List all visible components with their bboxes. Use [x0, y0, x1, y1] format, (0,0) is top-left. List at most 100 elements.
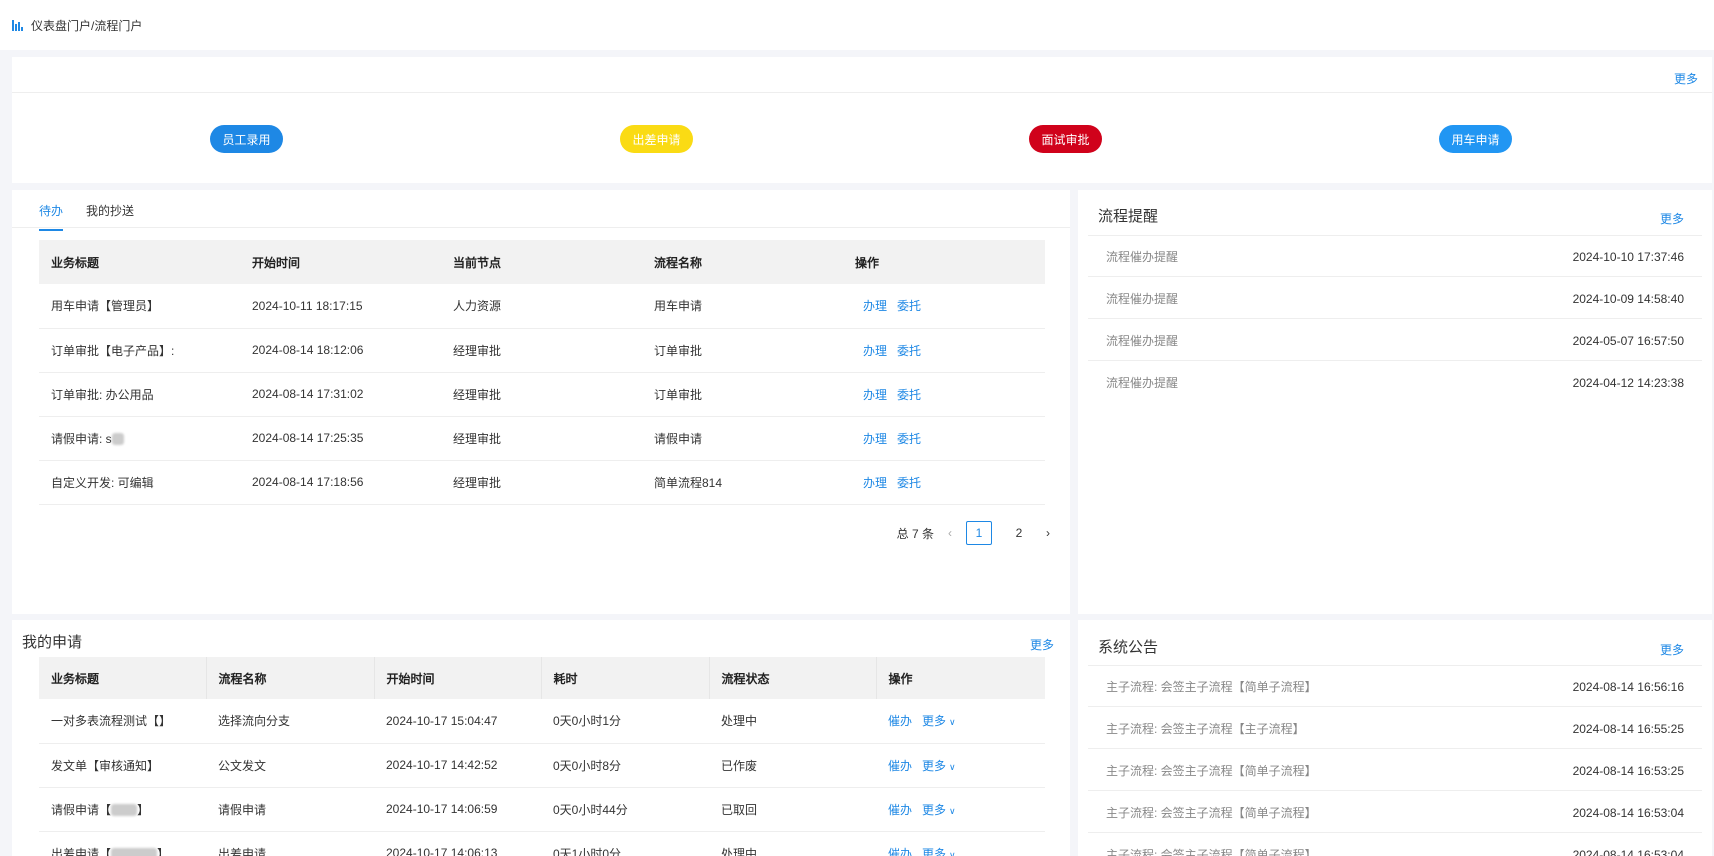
col-flow-name: 流程名称 — [642, 240, 843, 284]
cell-start: 2024-10-17 14:06:13 — [374, 831, 541, 856]
cell-title: 自定义开发: 可编辑 — [39, 460, 240, 505]
cell-start: 2024-08-14 17:31:02 — [240, 372, 441, 417]
col-actions: 操作 — [876, 657, 1045, 699]
delegate-link[interactable]: 委托 — [897, 432, 921, 446]
urge-link[interactable]: 催办 — [888, 714, 912, 728]
col-current-node: 当前节点 — [441, 240, 642, 284]
cell-status: 处理中 — [709, 831, 876, 856]
table-row: 自定义开发: 可编辑 2024-08-14 17:18:56 经理审批 简单流程… — [39, 460, 1045, 505]
handle-link[interactable]: 办理 — [863, 476, 887, 490]
announcement-item-date: 2024-08-14 16:55:25 — [1572, 722, 1684, 736]
reminder-item-text[interactable]: 流程催办提醒 — [1106, 374, 1178, 391]
cell-flow: 选择流向分支 — [206, 699, 374, 744]
cell-node: 经理审批 — [441, 328, 642, 373]
cell-title: 出差申请【】 — [39, 831, 206, 856]
col-flow-name: 流程名称 — [206, 657, 375, 699]
cell-start: 2024-08-14 17:18:56 — [240, 460, 441, 505]
next-page-icon[interactable]: › — [1046, 526, 1050, 540]
cell-title: 请假申请: s — [39, 416, 240, 461]
announcement-item-text[interactable]: 主子流程: 会签主子流程【简单子流程】 — [1106, 762, 1317, 779]
list-item: 流程催办提醒 2024-10-09 14:58:40 — [1088, 277, 1702, 319]
breadcrumb[interactable]: 仪表盘门户/流程门户 — [31, 17, 142, 34]
tab-my-cc[interactable]: 我的抄送 — [86, 202, 134, 229]
delegate-link[interactable]: 委托 — [897, 388, 921, 402]
announcement-item-text[interactable]: 主子流程: 会签主子流程【主子流程】 — [1106, 720, 1305, 737]
more-actions-label: 更多 — [922, 758, 947, 773]
reminder-title: 流程提醒 — [1098, 208, 1159, 225]
reminder-item-text[interactable]: 流程催办提醒 — [1106, 332, 1178, 349]
chevron-down-icon: ∨ — [949, 761, 956, 772]
announcement-item-date: 2024-08-14 16:53:25 — [1572, 764, 1684, 778]
cell-actions: 催办 更多 ∨ — [876, 787, 1045, 832]
shortcut-car-request-button[interactable]: 用车申请 — [1439, 125, 1512, 153]
prev-page-icon[interactable]: ‹ — [948, 526, 952, 540]
delegate-link[interactable]: 委托 — [897, 299, 921, 313]
cell-node: 经理审批 — [441, 416, 642, 461]
cell-duration: 0天0小时44分 — [541, 787, 709, 832]
list-item: 主子流程: 会签主子流程【简单子流程】 2024-08-14 16:53:04 — [1088, 833, 1702, 856]
cell-actions: 办理 委托 — [843, 372, 1045, 417]
more-actions-dropdown[interactable]: 更多 ∨ — [922, 847, 956, 856]
announcement-item-date: 2024-08-14 16:53:04 — [1572, 806, 1684, 820]
tab-todo[interactable]: 待办 — [39, 202, 64, 231]
my-applications-title: 我的申请 — [22, 634, 83, 651]
my-applications-panel: 我的申请 更多 业务标题 流程名称 开始时间 耗时 流程状态 操作 一对多表流程… — [12, 620, 1070, 856]
delegate-link[interactable]: 委托 — [897, 476, 921, 490]
col-flow-status: 流程状态 — [709, 657, 877, 699]
shortcuts-more-link[interactable]: 更多 — [1674, 70, 1698, 87]
reminder-item-text[interactable]: 流程催办提醒 — [1106, 248, 1178, 265]
cell-flow: 用车申请 — [642, 284, 843, 329]
cell-actions: 催办 更多 ∨ — [876, 699, 1045, 744]
shortcuts-header — [12, 57, 1712, 93]
cell-title: 订单审批【电子产品】: — [39, 328, 240, 373]
urge-link[interactable]: 催办 — [888, 759, 912, 773]
todo-table: 业务标题 开始时间 当前节点 流程名称 操作 用车申请【管理员】 2024-10… — [39, 240, 1045, 505]
urge-link[interactable]: 催办 — [888, 847, 912, 856]
urge-link[interactable]: 催办 — [888, 803, 912, 817]
table-row: 一对多表流程测试【】 选择流向分支 2024-10-17 15:04:47 0天… — [39, 699, 1045, 744]
announcement-item-text[interactable]: 主子流程: 会签主子流程【简单子流程】 — [1106, 678, 1317, 695]
page-2-button[interactable]: 2 — [1006, 521, 1032, 545]
announcements-title: 系统公告 — [1098, 639, 1159, 656]
cell-flow: 公文发文 — [206, 743, 374, 788]
cell-title-text: 请假申请: s — [51, 431, 112, 446]
cell-actions: 办理 委托 — [843, 460, 1045, 505]
applications-table-header: 业务标题 流程名称 开始时间 耗时 流程状态 操作 — [39, 657, 1045, 699]
cell-flow: 请假申请 — [642, 416, 843, 461]
handle-link[interactable]: 办理 — [863, 388, 887, 402]
list-item: 流程催办提醒 2024-04-12 14:23:38 — [1088, 361, 1702, 403]
cell-actions: 催办 更多 ∨ — [876, 743, 1045, 788]
reminder-more-link[interactable]: 更多 — [1660, 210, 1684, 227]
shortcut-business-trip-button[interactable]: 出差申请 — [620, 125, 693, 153]
cell-status: 处理中 — [709, 699, 876, 744]
handle-link[interactable]: 办理 — [863, 344, 887, 358]
announcement-item-text[interactable]: 主子流程: 会签主子流程【简单子流程】 — [1106, 804, 1317, 821]
chevron-down-icon: ∨ — [949, 805, 956, 816]
shortcut-employee-hire-button[interactable]: 员工录用 — [210, 125, 283, 153]
page-1-button[interactable]: 1 — [966, 521, 992, 545]
handle-link[interactable]: 办理 — [863, 299, 887, 313]
cell-status: 已作废 — [709, 743, 876, 788]
pagination: 总 7 条 ‹ 1 2 › — [897, 521, 1050, 545]
cell-actions: 办理 委托 — [843, 284, 1045, 329]
list-item: 主子流程: 会签主子流程【简单子流程】 2024-08-14 16:56:16 — [1088, 665, 1702, 707]
announcements-more-link[interactable]: 更多 — [1660, 641, 1684, 658]
shortcut-interview-approval-button[interactable]: 面试审批 — [1029, 125, 1102, 153]
announcements-panel: 系统公告 更多 主子流程: 会签主子流程【简单子流程】 2024-08-14 16… — [1078, 620, 1712, 856]
delegate-link[interactable]: 委托 — [897, 344, 921, 358]
announcement-item-text[interactable]: 主子流程: 会签主子流程【简单子流程】 — [1106, 846, 1317, 856]
chevron-down-icon: ∨ — [949, 849, 956, 856]
redacted-blur — [111, 433, 124, 446]
reminder-panel: 流程提醒 更多 流程催办提醒 2024-10-10 17:37:46 流程催办提醒… — [1078, 190, 1712, 614]
cell-flow: 订单审批 — [642, 328, 843, 373]
cell-status: 已取回 — [709, 787, 876, 832]
reminder-item-text[interactable]: 流程催办提醒 — [1106, 290, 1178, 307]
my-applications-more-link[interactable]: 更多 — [1030, 636, 1054, 653]
reminder-item-date: 2024-04-12 14:23:38 — [1572, 376, 1684, 390]
more-actions-dropdown[interactable]: 更多 ∨ — [922, 714, 956, 728]
cell-node: 经理审批 — [441, 372, 642, 417]
handle-link[interactable]: 办理 — [863, 432, 887, 446]
more-actions-dropdown[interactable]: 更多 ∨ — [922, 803, 956, 817]
more-actions-dropdown[interactable]: 更多 ∨ — [922, 759, 956, 773]
cell-actions: 催办 更多 ∨ — [876, 831, 1045, 856]
